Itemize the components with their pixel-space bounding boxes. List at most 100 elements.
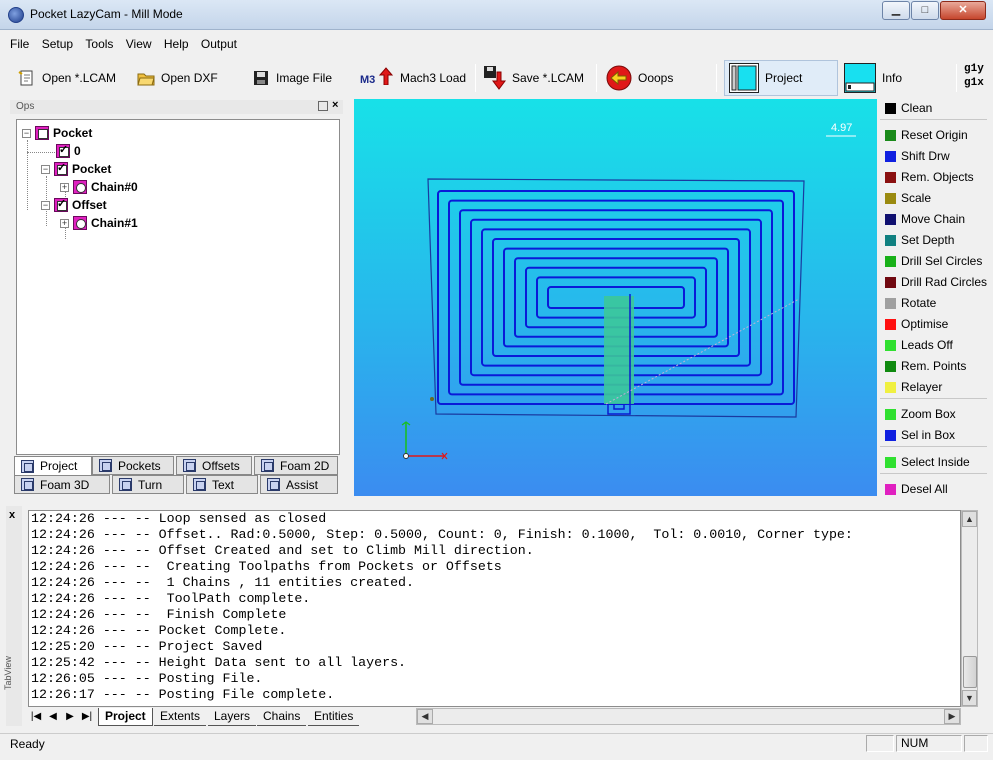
ooops-button[interactable]: Ooops [606, 60, 673, 96]
move-chain-button[interactable]: Move Chain [880, 209, 987, 229]
scroll-left-icon[interactable]: ◀ [417, 709, 433, 724]
log-tab-entities[interactable]: Entities [308, 708, 360, 726]
info-view-button[interactable]: Info [842, 60, 954, 96]
color-swatch-icon [885, 129, 896, 141]
drill-sel-circles-button[interactable]: Drill Sel Circles [880, 251, 987, 271]
drill-rad-circles-button[interactable]: Drill Rad Circles [880, 272, 987, 292]
log-horizontal-scrollbar[interactable]: ◀ ▶ [416, 708, 961, 725]
set-depth-button[interactable]: Set Depth [880, 230, 987, 250]
zoom-box-button[interactable]: Zoom Box [880, 404, 987, 424]
toolbar-separator [596, 64, 597, 92]
minimize-button[interactable]: ▁ [882, 1, 910, 20]
scroll-up-icon[interactable]: ▲ [962, 511, 977, 527]
command-label: Move Chain [901, 212, 966, 226]
command-label: Clean [901, 101, 933, 115]
scale-button[interactable]: Scale [880, 188, 987, 208]
tab-label: Offsets [202, 458, 240, 473]
tab-text[interactable]: Text [186, 475, 258, 494]
clean-button[interactable]: Clean [880, 98, 987, 118]
collapse-icon[interactable]: − [41, 164, 50, 174]
log-output[interactable]: 12:24:26 --- -- Loop sensed as closed 12:… [28, 510, 961, 707]
tree-guide [27, 140, 28, 210]
color-swatch-icon [885, 171, 896, 183]
tab-assist[interactable]: Assist [260, 475, 338, 494]
tree-node-chain-0[interactable]: + Chain#0 [60, 179, 138, 195]
select-inside-button[interactable]: Select Inside [880, 452, 987, 472]
tab-turn[interactable]: Turn [112, 475, 184, 494]
log-vertical-scrollbar[interactable]: ▲ ▼ [961, 510, 978, 707]
next-tab-icon[interactable]: ▶ [62, 708, 78, 726]
leads-off-button[interactable]: Leads Off [880, 335, 987, 355]
first-tab-icon[interactable]: |◀ [28, 708, 44, 726]
tab-pockets[interactable]: Pockets [92, 456, 174, 475]
menu-setup[interactable]: Setup [42, 37, 73, 51]
open-dxf-button[interactable]: Open DXF [137, 60, 218, 96]
collapse-icon[interactable]: − [22, 128, 31, 138]
expand-icon[interactable]: + [60, 218, 69, 228]
color-swatch-icon [885, 429, 896, 441]
desel-all-button[interactable]: Desel All [880, 479, 987, 499]
menu-view[interactable]: View [126, 37, 152, 51]
color-swatch-icon [885, 456, 896, 468]
tab-project[interactable]: Project [14, 456, 92, 476]
tree-node-label: Chain#1 [91, 216, 138, 230]
command-label: Relayer [901, 380, 943, 394]
tree-node-offset[interactable]: − Offset [41, 197, 107, 213]
tab-label: Turn [138, 477, 163, 492]
checked-checkbox-icon[interactable] [56, 143, 70, 158]
rotate-button[interactable]: Rotate [880, 293, 987, 313]
scroll-down-icon[interactable]: ▼ [962, 690, 977, 706]
close-button[interactable]: ✕ [940, 1, 986, 20]
expand-icon[interactable]: + [60, 182, 69, 192]
project-view-button[interactable]: Project [724, 60, 838, 96]
drawing-viewport[interactable]: 4.97 [354, 99, 877, 496]
relayer-button[interactable]: Relayer [880, 377, 987, 397]
mach3-load-button[interactable]: M3 Mach3 Load [360, 60, 466, 96]
open-lcam-button[interactable]: Open *.LCAM [18, 60, 116, 96]
tree-node-pocket-root[interactable]: − Pocket [22, 125, 92, 141]
checked-checkbox-icon[interactable] [54, 197, 68, 212]
rem-points-button[interactable]: Rem. Points [880, 356, 987, 376]
log-tab-project[interactable]: Project [98, 708, 153, 726]
text-tab-icon [193, 478, 206, 491]
log-tab-layers[interactable]: Layers [208, 708, 257, 726]
foam-2d-tab-icon [261, 459, 274, 472]
tree-node-pocket[interactable]: − Pocket [41, 161, 111, 177]
checked-checkbox-icon[interactable] [54, 161, 68, 176]
ops-close-icon[interactable]: × [332, 100, 344, 112]
menu-output[interactable]: Output [201, 37, 237, 51]
menu-tools[interactable]: Tools [85, 37, 113, 51]
rem-objects-button[interactable]: Rem. Objects [880, 167, 987, 187]
tree-node-layer-0[interactable]: 0 [56, 143, 81, 159]
sel-in-box-button[interactable]: Sel in Box [880, 425, 987, 445]
gcode-toggle-button[interactable]: g1y g1x [964, 62, 984, 90]
tab-offsets[interactable]: Offsets [176, 456, 252, 475]
color-swatch-icon [885, 483, 896, 495]
menu-help[interactable]: Help [164, 37, 189, 51]
scroll-right-icon[interactable]: ▶ [944, 709, 960, 724]
layer-checkbox-icon[interactable] [35, 126, 49, 140]
menu-file[interactable]: File [10, 37, 29, 51]
pin-icon[interactable] [318, 101, 328, 111]
log-tab-chains[interactable]: Chains [257, 708, 307, 726]
tree-node-chain-1[interactable]: + Chain#1 [60, 215, 138, 231]
log-tab-extents[interactable]: Extents [154, 708, 207, 726]
tab-foam-3d[interactable]: Foam 3D [14, 475, 110, 494]
scroll-thumb[interactable] [963, 656, 977, 688]
reset-origin-button[interactable]: Reset Origin [880, 125, 987, 145]
image-file-button[interactable]: Image File [252, 60, 332, 96]
maximize-button[interactable]: □ [911, 1, 939, 20]
collapse-icon[interactable]: − [41, 200, 50, 210]
log-line: 12:24:26 --- -- Finish Complete [31, 607, 287, 622]
shift-drw-button[interactable]: Shift Drw [880, 146, 987, 166]
status-cell-num: NUM [896, 735, 962, 752]
window-title: Pocket LazyCam - Mill Mode [30, 7, 183, 21]
rapid-move-line [605, 298, 800, 405]
log-close-icon[interactable]: x [9, 509, 15, 521]
tab-foam-2d[interactable]: Foam 2D [254, 456, 338, 475]
save-lcam-button[interactable]: Save *.LCAM [484, 60, 584, 96]
prev-tab-icon[interactable]: ◀ [45, 708, 61, 726]
last-tab-icon[interactable]: ▶| [79, 708, 95, 726]
optimise-button[interactable]: Optimise [880, 314, 987, 334]
log-line: 12:24:26 --- -- 1 Chains , 11 entities c… [31, 575, 415, 590]
